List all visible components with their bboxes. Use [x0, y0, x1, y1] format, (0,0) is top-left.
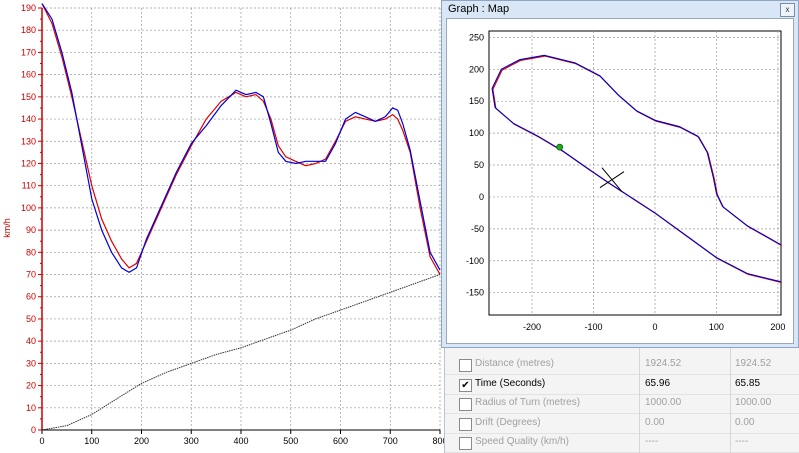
row-value-1: 65.96 — [645, 377, 671, 389]
row-value-1: 1924.52 — [645, 358, 682, 369]
table-row[interactable]: Radius of Turn (metres) 1000.00 1000.00 — [445, 394, 799, 414]
y-tick-label: 140 — [21, 114, 36, 124]
map-y-tick-label: -50 — [471, 224, 484, 234]
map-window[interactable]: Graph : Map x 250 200 150 100 50 0 -50 -100 -150… — [441, 0, 799, 348]
y-tick-label: 20 — [26, 381, 36, 391]
x-tick-label: 300 — [184, 436, 199, 446]
y-tick-label: 180 — [21, 25, 36, 35]
table-row[interactable]: Drift (Degrees) 0.00 0.00 — [445, 414, 799, 434]
row-value-1: 1000.00 — [645, 397, 682, 408]
y-tick-label: 80 — [26, 247, 36, 257]
y-tick-label: 120 — [21, 158, 36, 168]
row-channel-name: Time (Seconds) — [475, 377, 546, 389]
x-tick-label: 200 — [134, 436, 149, 446]
row-channel-name: Drift (Degrees) — [475, 416, 541, 428]
map-y-tick-label: 100 — [469, 128, 484, 138]
row-checkbox[interactable] — [459, 398, 472, 411]
x-tick-label: 0 — [39, 436, 44, 446]
x-tick-label: 700 — [383, 436, 398, 446]
row-value-2: 65.85 — [735, 377, 761, 389]
map-x-tick-label: 100 — [709, 322, 724, 332]
y-tick-label: 0 — [31, 425, 36, 435]
x-tick-label: 600 — [333, 436, 348, 446]
y-tick-label: 100 — [21, 203, 36, 213]
y-tick-label: 10 — [26, 403, 36, 413]
table-row[interactable]: Distance (metres) 1924.52 1924.52 — [445, 355, 799, 375]
column-divider — [639, 338, 640, 453]
y-tick-label: 110 — [22, 181, 36, 191]
map-plot-area[interactable]: 250 200 150 100 50 0 -50 -100 -150 -200 -100 0 100 20… — [446, 18, 794, 344]
y-axis-label: km/h — [2, 218, 12, 238]
row-channel-name: Speed Quality (km/h) — [475, 436, 569, 447]
table-row[interactable]: ✔ Time (Seconds) 65.96 65.85 — [445, 375, 799, 395]
x-tick-label: 500 — [283, 436, 298, 446]
map-x-tick-label: 200 — [770, 322, 785, 332]
map-chart[interactable]: 250 200 150 100 50 0 -50 -100 -150 -200 -100 0 100 20… — [447, 19, 793, 343]
row-checkbox[interactable] — [459, 417, 472, 431]
map-window-title: Graph : Map — [448, 3, 510, 15]
y-tick-label: 90 — [26, 225, 36, 235]
map-y-tick-label: 250 — [469, 32, 484, 42]
map-x-tick-label: -100 — [584, 322, 602, 332]
map-x-tick-label: -200 — [523, 322, 541, 332]
map-y-tick-label: -100 — [466, 256, 484, 266]
y-tick-label: 170 — [21, 47, 36, 57]
row-checkbox[interactable]: ✔ — [459, 378, 472, 392]
close-icon[interactable]: x — [780, 3, 795, 17]
map-y-tick-label: 150 — [469, 96, 484, 106]
row-value-2: 1000.00 — [735, 397, 772, 408]
column-divider — [730, 338, 731, 453]
map-y-tick-label: 200 — [469, 64, 484, 74]
row-channel-name: Distance (metres) — [475, 358, 554, 369]
y-tick-label: 30 — [26, 358, 36, 368]
channel-table: Distance (metres) 1924.52 1924.52 ✔ Time (Se… — [444, 338, 799, 453]
row-value-1: ---- — [645, 436, 659, 447]
map-plot-frame — [488, 30, 782, 316]
y-tick-label: 130 — [21, 136, 36, 146]
row-value-2: 0.00 — [735, 416, 755, 428]
row-checkbox[interactable] — [459, 437, 472, 450]
x-tick-label: 400 — [233, 436, 248, 446]
row-value-1: 0.00 — [645, 416, 665, 428]
y-tick-label: 150 — [21, 92, 36, 102]
y-tick-label: 50 — [26, 314, 36, 324]
map-y-tick-label: 50 — [474, 160, 484, 170]
y-tick-label: 70 — [26, 270, 36, 280]
x-tick-label: 100 — [84, 436, 99, 446]
row-value-2: ---- — [735, 436, 749, 447]
table-row[interactable]: Speed Quality (km/h) ---- ---- — [445, 433, 799, 453]
row-value-2: 1924.52 — [735, 358, 772, 369]
row-checkbox[interactable] — [459, 359, 472, 372]
row-channel-name: Radius of Turn (metres) — [475, 397, 581, 408]
y-tick-label: 40 — [26, 336, 36, 346]
y-tick-label: 160 — [21, 70, 36, 80]
start-marker-icon — [556, 143, 564, 151]
y-tick-label: 190 — [21, 3, 36, 13]
y-tick-label: 60 — [26, 292, 36, 302]
map-x-tick-label: 0 — [652, 322, 657, 332]
map-y-tick-label: 0 — [479, 192, 484, 202]
map-y-tick-label: -150 — [466, 288, 484, 298]
